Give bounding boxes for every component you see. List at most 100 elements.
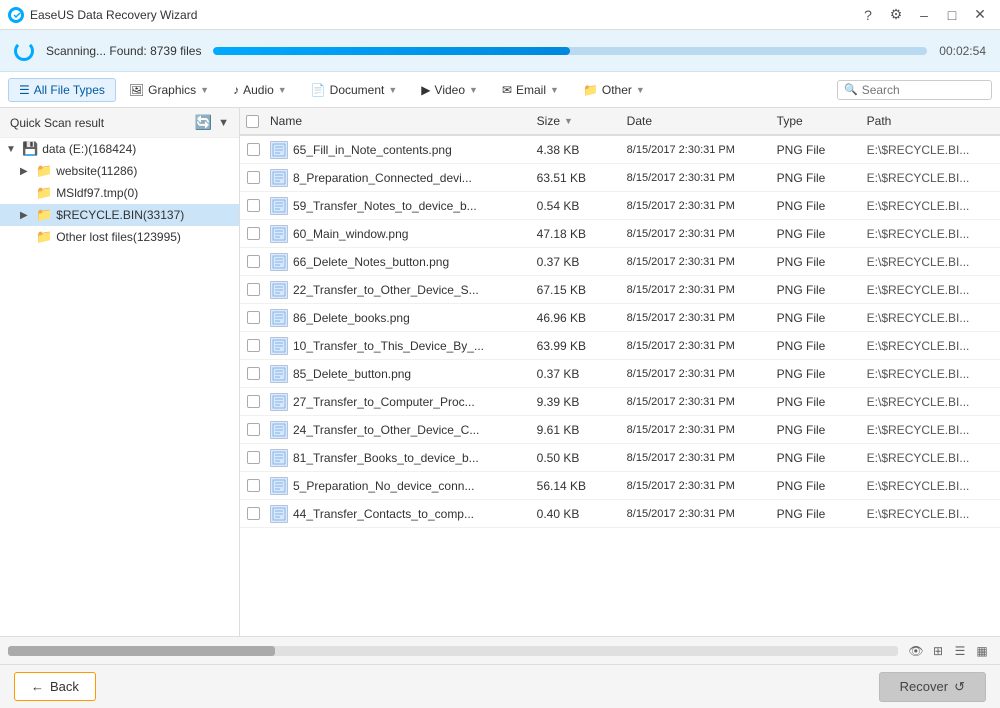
- row-name-text-7: 10_Transfer_to_This_Device_By_...: [293, 339, 484, 353]
- search-input[interactable]: [862, 83, 982, 97]
- file-thumb-0: [270, 141, 288, 159]
- view-details-button[interactable]: ▦: [972, 641, 992, 661]
- tab-other[interactable]: 📁 Other ▼: [572, 78, 656, 102]
- view-grid-button[interactable]: ⊞: [928, 641, 948, 661]
- help-button[interactable]: ?: [856, 3, 880, 27]
- view-icons: 👁 ⊞ ☰ ▦: [906, 641, 992, 661]
- file-row[interactable]: 85_Delete_button.png 0.37 KB 8/15/2017 2…: [240, 360, 1000, 388]
- maximize-button[interactable]: □: [940, 3, 964, 27]
- row-size-8: 0.37 KB: [533, 367, 623, 381]
- tab-audio-label: Audio: [243, 83, 274, 97]
- row-type-4: PNG File: [773, 255, 863, 269]
- row-checkbox-col-12: [240, 479, 266, 492]
- file-row[interactable]: 66_Delete_Notes_button.png 0.37 KB 8/15/…: [240, 248, 1000, 276]
- header-name-col[interactable]: Name: [266, 114, 533, 128]
- file-row[interactable]: 60_Main_window.png 47.18 KB 8/15/2017 2:…: [240, 220, 1000, 248]
- header-checkbox[interactable]: [246, 115, 259, 128]
- search-icon: 🔍: [844, 83, 858, 96]
- file-row[interactable]: 5_Preparation_No_device_conn... 56.14 KB…: [240, 472, 1000, 500]
- row-checkbox-2[interactable]: [247, 199, 260, 212]
- file-row[interactable]: 59_Transfer_Notes_to_device_b... 0.54 KB…: [240, 192, 1000, 220]
- expand-icon-recycle: ▶: [20, 210, 32, 221]
- file-row[interactable]: 44_Transfer_Contacts_to_comp... 0.40 KB …: [240, 500, 1000, 528]
- tab-email[interactable]: ✉ Email ▼: [491, 78, 570, 102]
- recover-button[interactable]: Recover ↺: [879, 672, 986, 702]
- minimize-button[interactable]: –: [912, 3, 936, 27]
- tab-graphics-label: Graphics: [148, 83, 196, 97]
- row-checkbox-6[interactable]: [247, 311, 260, 324]
- back-button[interactable]: ← Back: [14, 672, 96, 701]
- sidebar-scan-icon[interactable]: 🔄: [195, 114, 212, 131]
- drive-icon: 💾: [22, 141, 38, 157]
- tree-item-website[interactable]: ▶ 📁 website(11286): [0, 160, 239, 182]
- header-type-col[interactable]: Type: [773, 114, 863, 128]
- row-date-4: 8/15/2017 2:30:31 PM: [623, 256, 773, 268]
- row-checkbox-9[interactable]: [247, 395, 260, 408]
- row-checkbox-5[interactable]: [247, 283, 260, 296]
- folder-icon-website: 📁: [36, 163, 52, 179]
- file-thumb-12: [270, 477, 288, 495]
- search-box[interactable]: 🔍: [837, 80, 992, 100]
- settings-button[interactable]: ⚙: [884, 3, 908, 27]
- tree-item-msldf97[interactable]: 📁 MSldf97.tmp(0): [0, 182, 239, 204]
- file-thumb-2: [270, 197, 288, 215]
- row-name-2: 59_Transfer_Notes_to_device_b...: [266, 197, 533, 215]
- tree-item-data-drive[interactable]: ▼ 💾 data (E:)(168424): [0, 138, 239, 160]
- row-type-5: PNG File: [773, 283, 863, 297]
- file-row[interactable]: 24_Transfer_to_Other_Device_C... 9.61 KB…: [240, 416, 1000, 444]
- file-row[interactable]: 81_Transfer_Books_to_device_b... 0.50 KB…: [240, 444, 1000, 472]
- tab-video-label: Video: [435, 83, 465, 97]
- row-checkbox-8[interactable]: [247, 367, 260, 380]
- row-name-text-11: 81_Transfer_Books_to_device_b...: [293, 451, 479, 465]
- row-checkbox-3[interactable]: [247, 227, 260, 240]
- file-row[interactable]: 27_Transfer_to_Computer_Proc... 9.39 KB …: [240, 388, 1000, 416]
- row-checkbox-4[interactable]: [247, 255, 260, 268]
- tab-video[interactable]: ▶ Video ▼: [410, 78, 489, 102]
- horizontal-scrollbar[interactable]: [8, 646, 898, 656]
- row-type-1: PNG File: [773, 171, 863, 185]
- file-row[interactable]: 8_Preparation_Connected_devi... 63.51 KB…: [240, 164, 1000, 192]
- scan-status-text: Scanning... Found: 8739 files: [46, 44, 201, 58]
- row-name-text-12: 5_Preparation_No_device_conn...: [293, 479, 474, 493]
- file-thumb-11: [270, 449, 288, 467]
- tab-other-label: Other: [602, 83, 632, 97]
- row-checkbox-10[interactable]: [247, 423, 260, 436]
- tab-all-file-types[interactable]: ☰ All File Types: [8, 78, 116, 102]
- row-checkbox-12[interactable]: [247, 479, 260, 492]
- tab-document[interactable]: 📄 Document ▼: [300, 78, 409, 102]
- row-checkbox-0[interactable]: [247, 143, 260, 156]
- file-row[interactable]: 86_Delete_books.png 46.96 KB 8/15/2017 2…: [240, 304, 1000, 332]
- row-name-text-2: 59_Transfer_Notes_to_device_b...: [293, 199, 477, 213]
- sidebar-chevron-icon[interactable]: ▼: [218, 117, 229, 129]
- tab-email-label: Email: [516, 83, 546, 97]
- tab-audio[interactable]: ♪ Audio ▼: [222, 78, 298, 102]
- row-checkbox-13[interactable]: [247, 507, 260, 520]
- header-size-col[interactable]: Size ▼: [533, 114, 623, 128]
- row-date-2: 8/15/2017 2:30:31 PM: [623, 200, 773, 212]
- view-preview-button[interactable]: 👁: [906, 641, 926, 661]
- header-path-col[interactable]: Path: [863, 114, 1000, 128]
- header-date-col[interactable]: Date: [623, 114, 773, 128]
- file-row[interactable]: 10_Transfer_to_This_Device_By_... 63.99 …: [240, 332, 1000, 360]
- tree-item-recycle-bin[interactable]: ▶ 📁 $RECYCLE.BIN(33137): [0, 204, 239, 226]
- tree-item-other-lost[interactable]: 📁 Other lost files(123995): [0, 226, 239, 248]
- row-checkbox-1[interactable]: [247, 171, 260, 184]
- tab-graphics[interactable]: 🖼 Graphics ▼: [118, 78, 220, 102]
- row-checkbox-7[interactable]: [247, 339, 260, 352]
- row-checkbox-col-6: [240, 311, 266, 324]
- file-row[interactable]: 65_Fill_in_Note_contents.png 4.38 KB 8/1…: [240, 136, 1000, 164]
- file-thumb-10: [270, 421, 288, 439]
- row-date-6: 8/15/2017 2:30:31 PM: [623, 312, 773, 324]
- expand-icon-drive: ▼: [6, 144, 18, 155]
- row-date-0: 8/15/2017 2:30:31 PM: [623, 144, 773, 156]
- header-checkbox-col: [240, 115, 266, 128]
- row-date-7: 8/15/2017 2:30:31 PM: [623, 340, 773, 352]
- close-button[interactable]: ✕: [968, 3, 992, 27]
- row-type-7: PNG File: [773, 339, 863, 353]
- file-row[interactable]: 22_Transfer_to_Other_Device_S... 67.15 K…: [240, 276, 1000, 304]
- row-name-text-0: 65_Fill_in_Note_contents.png: [293, 143, 452, 157]
- row-checkbox-11[interactable]: [247, 451, 260, 464]
- tree-label-recycle-bin: $RECYCLE.BIN(33137): [56, 208, 184, 222]
- title-bar: EaseUS Data Recovery Wizard ? ⚙ – □ ✕: [0, 0, 1000, 30]
- view-list-button[interactable]: ☰: [950, 641, 970, 661]
